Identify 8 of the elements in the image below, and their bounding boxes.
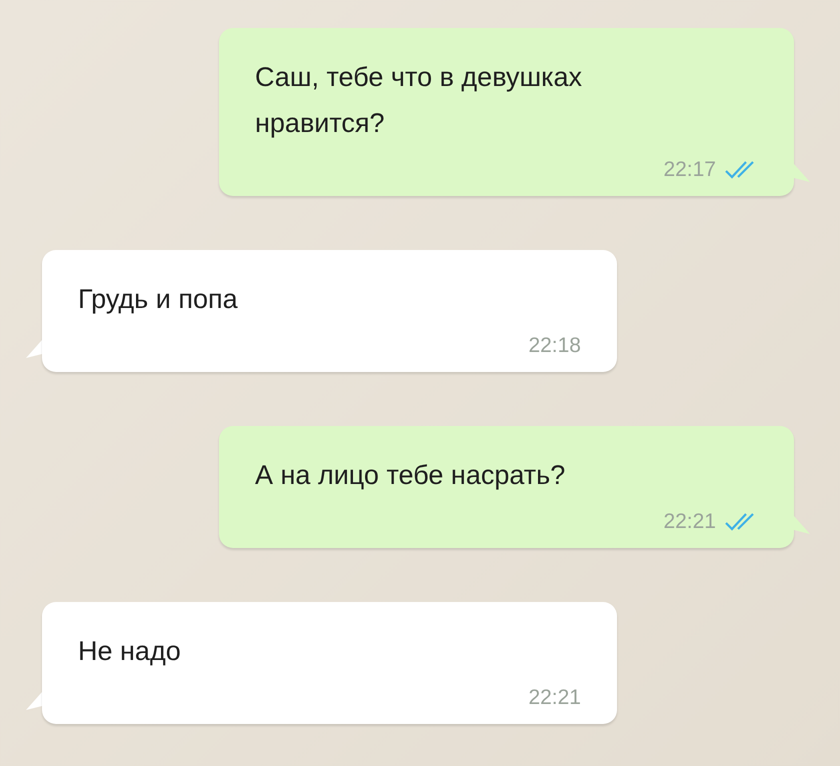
message-text: Грудь и попа (78, 283, 239, 316)
message-text: А на лицо тебе насрать? (255, 459, 566, 492)
message-time: 22:21 (528, 686, 581, 710)
message-time: 22:21 (663, 510, 716, 534)
message-text: Саш, тебе что в девушках нравится? (255, 61, 584, 140)
message-time: 22:17 (663, 158, 716, 182)
message-time: 22:18 (528, 334, 581, 358)
message-text: Не надо (78, 635, 182, 668)
